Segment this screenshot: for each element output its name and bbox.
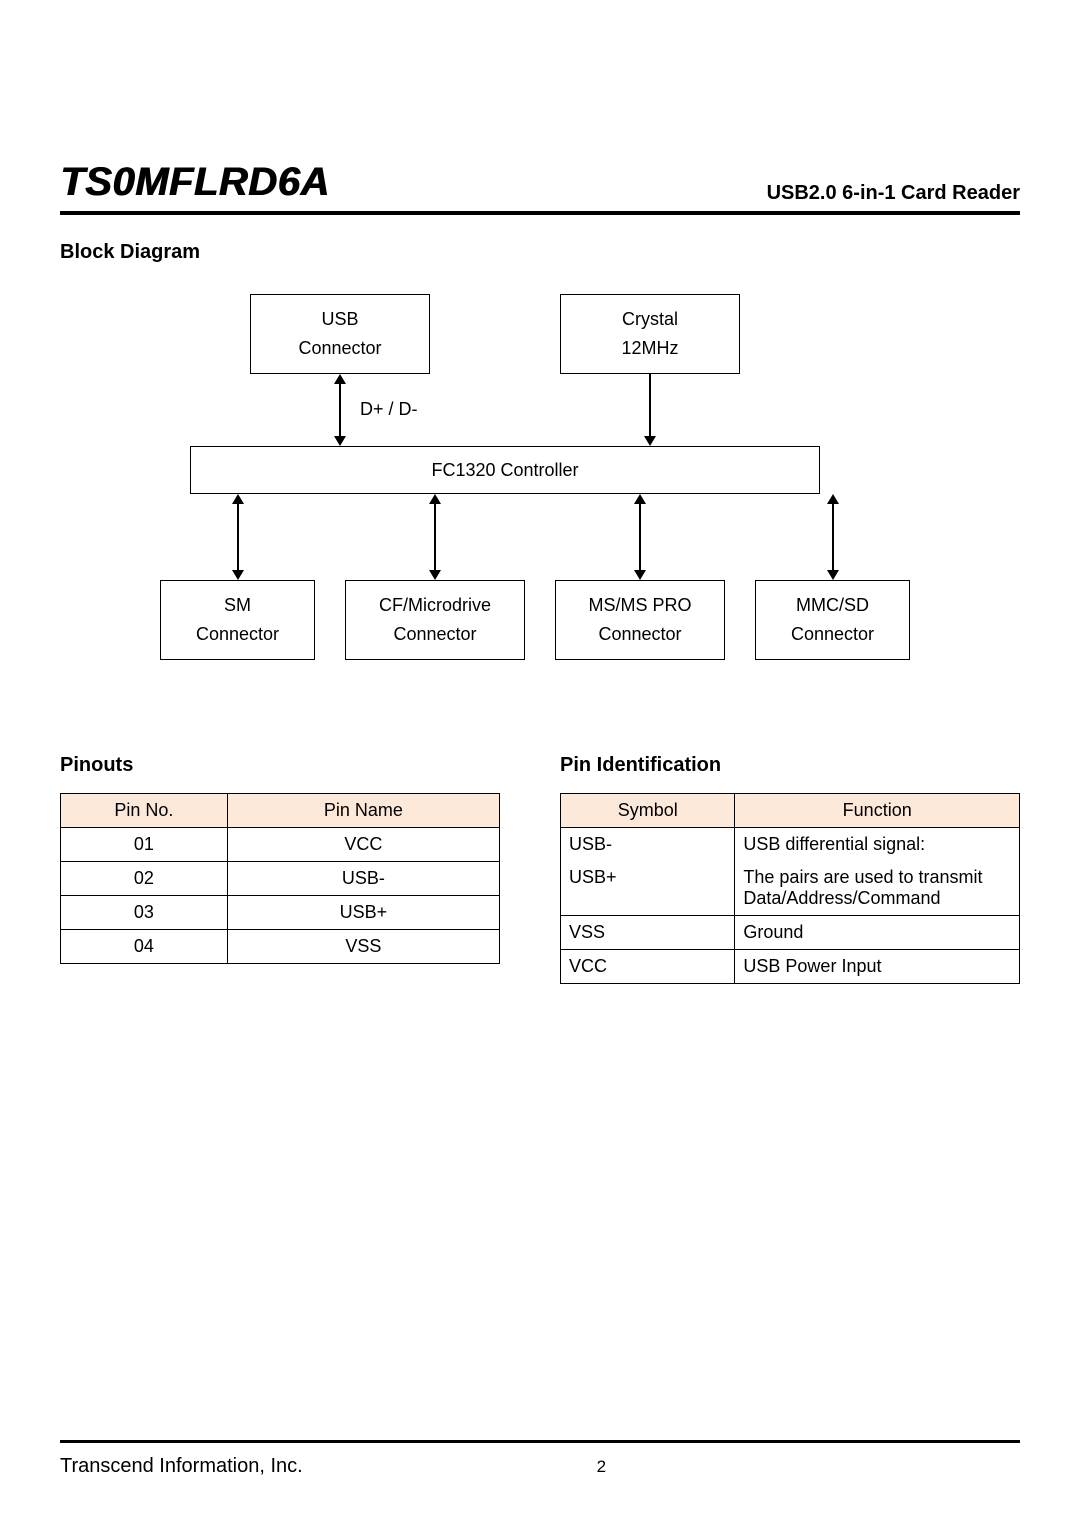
box-label: SM (224, 591, 251, 620)
cell-function: Ground (735, 916, 1020, 950)
header: TS0MFLRD6A USB2.0 6-in-1 Card Reader (60, 160, 1020, 215)
arrow-down-icon (644, 436, 656, 446)
table-row: 02 USB- (61, 862, 500, 896)
cell-pin-name: USB+ (227, 896, 499, 930)
table-row: Pin No. Pin Name (61, 794, 500, 828)
footer: Transcend Information, Inc. 2 (60, 1440, 1020, 1478)
arrow-down-icon (334, 436, 346, 446)
page: TS0MFLRD6A USB2.0 6-in-1 Card Reader Blo… (0, 0, 1080, 1528)
box-usb-connector: USB Connector (250, 294, 430, 374)
box-label: Connector (791, 620, 874, 649)
pinouts-section: Pinouts Pin No. Pin Name 01 VCC 02 USB- (60, 754, 500, 964)
box-label: FC1320 Controller (431, 456, 578, 485)
box-label: Connector (298, 334, 381, 363)
cell-pin-name: USB- (227, 862, 499, 896)
arrow-line (237, 502, 239, 572)
col-header-symbol: Symbol (561, 794, 735, 828)
arrow-up-icon (827, 494, 839, 504)
cell-symbol: VSS (561, 916, 735, 950)
cell-symbol: USB- (561, 828, 735, 862)
arrow-line (649, 374, 651, 438)
cell-symbol: VCC (561, 950, 735, 984)
part-number: TS0MFLRD6A (60, 160, 329, 205)
arrow-line (434, 502, 436, 572)
col-header-pin-no: Pin No. (61, 794, 228, 828)
cell-pin-no: 02 (61, 862, 228, 896)
col-header-function: Function (735, 794, 1020, 828)
pin-id-table: Symbol Function USB- USB differential si… (560, 793, 1020, 984)
box-label: 12MHz (621, 334, 678, 363)
cell-pin-no: 04 (61, 930, 228, 964)
box-label: USB (321, 305, 358, 334)
box-label: MMC/SD (796, 591, 869, 620)
footer-page-number: 2 (183, 1457, 1020, 1477)
cell-function: USB differential signal: (735, 828, 1020, 862)
arrow-down-icon (429, 570, 441, 580)
box-sm-connector: SM Connector (160, 580, 315, 660)
heading-block-diagram: Block Diagram (60, 241, 1020, 264)
arrow-up-icon (334, 374, 346, 384)
table-row: 01 VCC (61, 828, 500, 862)
box-label: CF/Microdrive (379, 591, 491, 620)
table-row: Symbol Function (561, 794, 1020, 828)
col-header-pin-name: Pin Name (227, 794, 499, 828)
cell-pin-no: 03 (61, 896, 228, 930)
box-cf-connector: CF/Microdrive Connector (345, 580, 525, 660)
arrow-line (639, 502, 641, 572)
table-row: USB- USB differential signal: (561, 828, 1020, 862)
box-label: Crystal (622, 305, 678, 334)
box-crystal: Crystal 12MHz (560, 294, 740, 374)
pin-identification-section: Pin Identification Symbol Function USB- … (560, 754, 1020, 984)
arrow-line (832, 502, 834, 572)
arrow-up-icon (429, 494, 441, 504)
table-row: 04 VSS (61, 930, 500, 964)
cell-pin-name: VSS (227, 930, 499, 964)
box-controller: FC1320 Controller (190, 446, 820, 494)
table-row: VCC USB Power Input (561, 950, 1020, 984)
pinouts-table: Pin No. Pin Name 01 VCC 02 USB- 03 (60, 793, 500, 964)
arrow-up-icon (232, 494, 244, 504)
arrow-up-icon (634, 494, 646, 504)
cell-function: The pairs are used to transmit Data/Addr… (735, 861, 1020, 916)
box-ms-connector: MS/MS PRO Connector (555, 580, 725, 660)
arrow-line (339, 382, 341, 438)
arrow-label-dpdm: D+ / D- (360, 399, 418, 420)
cell-function: USB Power Input (735, 950, 1020, 984)
arrow-down-icon (827, 570, 839, 580)
table-row: USB+ The pairs are used to transmit Data… (561, 861, 1020, 916)
arrow-down-icon (232, 570, 244, 580)
footer-line: Transcend Information, Inc. 2 (60, 1440, 1020, 1478)
box-label: MS/MS PRO (588, 591, 691, 620)
cell-pin-no: 01 (61, 828, 228, 862)
heading-pinouts: Pinouts (60, 754, 500, 777)
box-label: Connector (598, 620, 681, 649)
box-mmc-connector: MMC/SD Connector (755, 580, 910, 660)
box-label: Connector (393, 620, 476, 649)
arrow-down-icon (634, 570, 646, 580)
block-diagram: USB Connector Crystal 12MHz D+ / D- FC13… (60, 294, 1020, 674)
product-subtitle: USB2.0 6-in-1 Card Reader (767, 182, 1020, 205)
tables-row: Pinouts Pin No. Pin Name 01 VCC 02 USB- (60, 754, 1020, 984)
table-row: 03 USB+ (61, 896, 500, 930)
heading-pin-identification: Pin Identification (560, 754, 1020, 777)
cell-symbol: USB+ (561, 861, 735, 916)
table-row: VSS Ground (561, 916, 1020, 950)
box-label: Connector (196, 620, 279, 649)
cell-pin-name: VCC (227, 828, 499, 862)
